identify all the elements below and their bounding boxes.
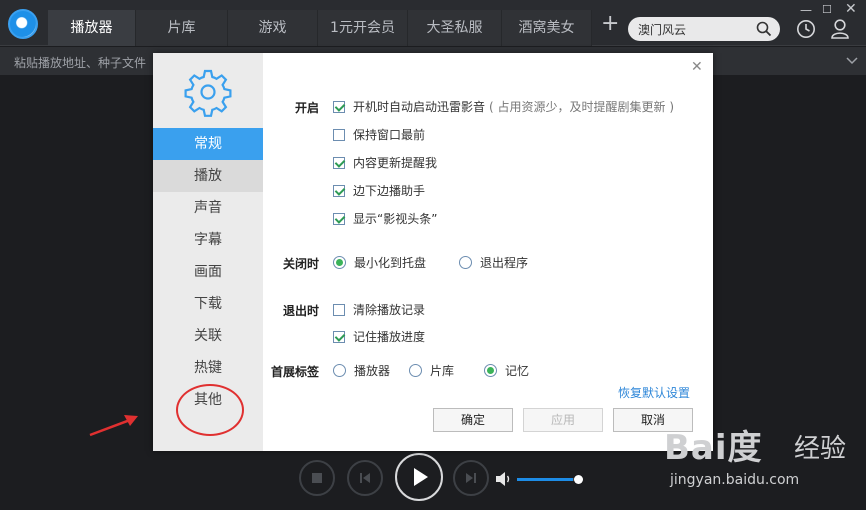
radio-button[interactable] xyxy=(484,364,497,377)
startup-option[interactable]: 内容更新提醒我 xyxy=(333,154,437,171)
previous-icon xyxy=(360,473,370,483)
search-icon[interactable] xyxy=(756,21,772,37)
option-label: 播放器 xyxy=(354,364,391,378)
option-label: 保持窗口最前 xyxy=(353,128,426,142)
volume-handle[interactable] xyxy=(574,475,583,484)
radio-button[interactable] xyxy=(409,364,422,377)
previous-button[interactable] xyxy=(347,460,383,496)
option-label: 记住播放进度 xyxy=(353,330,426,344)
section-on-close: 关闭时 xyxy=(282,257,319,271)
gear-icon xyxy=(184,69,232,117)
tab-4[interactable]: 大圣私服 xyxy=(408,10,502,46)
close-option[interactable]: 最小化到托盘 xyxy=(333,254,426,271)
exit-option[interactable]: 清除播放记录 xyxy=(333,301,425,318)
checkbox[interactable] xyxy=(333,303,345,316)
settings-nav-item[interactable]: 画面 xyxy=(153,256,263,288)
option-note: ( 占用资源少，及时提醒剧集更新 ) xyxy=(489,100,675,114)
checkbox[interactable] xyxy=(333,156,345,169)
play-icon xyxy=(414,468,428,486)
settings-nav-item[interactable]: 字幕 xyxy=(153,224,263,256)
tab-3[interactable]: 1元开会员 xyxy=(318,10,408,46)
radio-button[interactable] xyxy=(459,256,472,269)
first-tab-option[interactable]: 记忆 xyxy=(484,362,529,379)
startup-option[interactable]: 边下边播助手 xyxy=(333,182,425,199)
watermark-url: jingyan.baidu.com xyxy=(670,472,800,488)
startup-option[interactable]: 保持窗口最前 xyxy=(333,126,425,143)
annotation-circle xyxy=(176,384,244,436)
option-label: 开机时自动启动迅雷影音 xyxy=(353,100,486,114)
exit-option[interactable]: 记住播放进度 xyxy=(333,328,425,345)
close-option[interactable]: 退出程序 xyxy=(459,254,528,271)
section-first-tab: 首展标签 xyxy=(270,365,319,379)
search-input[interactable] xyxy=(638,20,750,38)
option-label: 显示“影视头条” xyxy=(353,212,438,226)
radio-button[interactable] xyxy=(333,256,346,269)
option-label: 内容更新提醒我 xyxy=(353,156,438,170)
app-logo xyxy=(8,9,38,39)
startup-option[interactable]: 开机时自动启动迅雷影音( 占用资源少，及时提醒剧集更新 ) xyxy=(333,98,674,115)
watermark-logo: Bai度 xyxy=(664,428,763,468)
apply-button[interactable]: 应用 xyxy=(523,408,603,432)
option-label: 最小化到托盘 xyxy=(354,256,427,270)
radio-button[interactable] xyxy=(333,364,346,377)
startup-option[interactable]: 显示“影视头条” xyxy=(333,210,437,227)
top-tabs: 播放器 片库 游戏 1元开会员 大圣私服 酒窝美女 xyxy=(48,10,592,46)
address-placeholder: 粘贴播放地址、种子文件 xyxy=(14,56,147,70)
settings-dialog: 常规 播放 声音 字幕 画面 下载 关联 热键 其他 ✕ 开启 关闭时 退出时 首展标签 开机时… xyxy=(153,53,713,451)
player-window: 播放器片库游戏1元开会员大圣私服酒窝美女 + — ☐ ✕ 粘贴播放地址、种子文件 xyxy=(0,0,866,510)
settings-nav-item[interactable]: 热键 xyxy=(153,352,263,384)
search-box[interactable] xyxy=(628,17,780,41)
history-clock-icon[interactable] xyxy=(796,19,816,39)
first-tab-option[interactable]: 播放器 xyxy=(333,362,390,379)
section-startup: 开启 xyxy=(294,101,319,115)
tab-1[interactable]: 片库 xyxy=(136,10,228,46)
user-icon[interactable] xyxy=(830,18,850,40)
annotation-arrow xyxy=(89,415,138,437)
watermark-jingyan: 经验 xyxy=(794,434,847,464)
add-tab-button[interactable]: + xyxy=(601,13,619,35)
minimize-icon[interactable]: — xyxy=(800,3,812,17)
checkbox[interactable] xyxy=(333,128,345,141)
next-button[interactable] xyxy=(453,460,489,496)
first-tab-option[interactable]: 片库 xyxy=(409,362,454,379)
checkbox[interactable] xyxy=(333,330,345,343)
option-label: 边下边播助手 xyxy=(353,184,426,198)
settings-nav-item[interactable]: 关联 xyxy=(153,320,263,352)
settings-nav-item[interactable]: 播放 xyxy=(153,160,263,192)
chevron-down-icon[interactable] xyxy=(845,54,859,68)
play-button[interactable] xyxy=(395,453,443,501)
checkbox[interactable] xyxy=(333,100,345,113)
settings-nav-item[interactable]: 声音 xyxy=(153,192,263,224)
section-on-exit: 退出时 xyxy=(282,304,319,318)
volume-icon[interactable] xyxy=(495,471,513,487)
volume-level xyxy=(517,478,573,481)
option-label: 退出程序 xyxy=(480,256,529,270)
baidu-watermark: Bai度 经验 jingyan.baidu.com xyxy=(664,420,860,500)
settings-nav-item[interactable]: 下载 xyxy=(153,288,263,320)
maximize-icon[interactable]: ☐ xyxy=(822,3,832,16)
stop-button[interactable] xyxy=(299,460,335,496)
option-label: 片库 xyxy=(430,364,455,378)
tab-5[interactable]: 酒窝美女 xyxy=(502,10,592,46)
volume-slider[interactable] xyxy=(517,478,579,481)
option-label: 清除播放记录 xyxy=(353,303,426,317)
title-bar: 播放器片库游戏1元开会员大圣私服酒窝美女 + — ☐ ✕ xyxy=(0,0,866,46)
next-icon xyxy=(466,473,476,483)
stop-icon xyxy=(312,473,322,483)
dialog-close-icon[interactable]: ✕ xyxy=(691,59,703,75)
checkbox[interactable] xyxy=(333,184,345,197)
ok-button[interactable]: 确定 xyxy=(433,408,513,432)
tab-2[interactable]: 游戏 xyxy=(228,10,318,46)
option-label: 记忆 xyxy=(505,364,530,378)
tab-0[interactable]: 播放器 xyxy=(48,10,136,46)
close-icon[interactable]: ✕ xyxy=(845,1,857,17)
checkbox[interactable] xyxy=(333,212,345,225)
restore-defaults-link[interactable]: 恢复默认设置 xyxy=(618,384,690,401)
settings-nav-item[interactable]: 常规 xyxy=(153,128,263,160)
